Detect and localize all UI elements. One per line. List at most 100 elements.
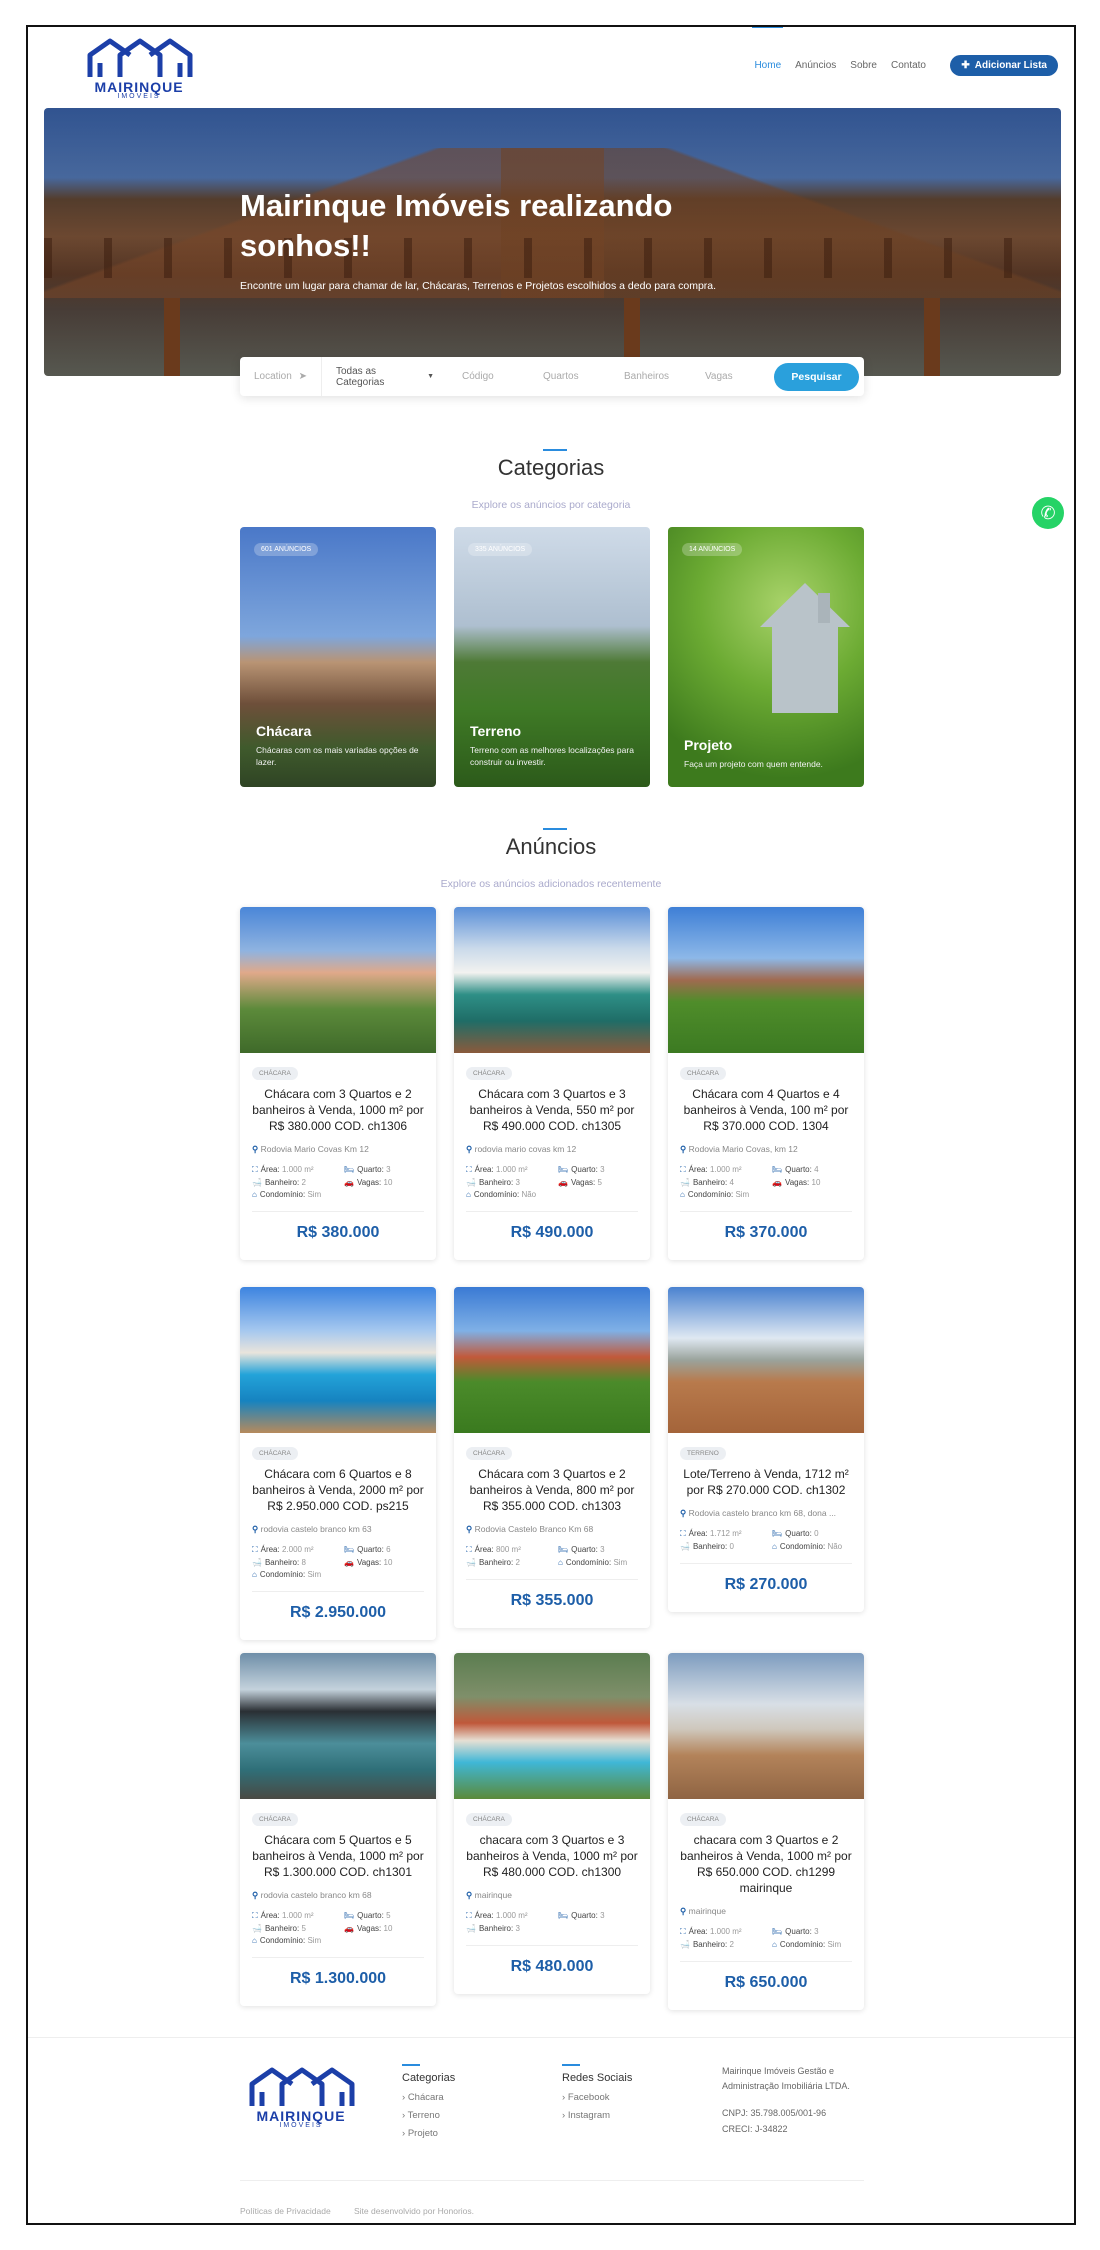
footer-link-facebook[interactable]: › Facebook [562, 2092, 610, 2103]
listing-price: R$ 490.000 [510, 1224, 594, 1241]
listing-attributes: ⛶ Área: 800 m² 🛏 Quarto: 3 🛁 Banheiro: 2 ⌂ Cond… [466, 1545, 638, 1567]
attr-banheiro: 🛁 Banheiro: 3 [466, 1178, 520, 1187]
location-field[interactable]: Location ➤ [240, 357, 322, 396]
listings-subtitle: Explore os anúncios adicionados recentem… [440, 878, 662, 890]
hero-banner: Mairinque Imóveis realizando sonhos!! En… [44, 108, 1061, 376]
listing-card[interactable]: Chácara chacara com 3 Quartos e 2 banhei… [668, 1653, 864, 2010]
nav-anuncios[interactable]: Anúncios [795, 60, 836, 71]
listing-card[interactable]: Terreno Lote/Terreno à Venda, 1712 m² po… [668, 1287, 864, 1612]
category-name: Chácara [256, 723, 312, 739]
listing-title[interactable]: chacara com 3 Quartos e 2 banheiros à Ve… [678, 1832, 854, 1896]
listing-category-badge: Chácara [252, 1813, 298, 1826]
quartos-field[interactable]: Quartos [529, 357, 610, 396]
listing-title[interactable]: Chácara com 3 Quartos e 3 banheiros à Ve… [464, 1086, 640, 1134]
attr-quarto: 🛏 Quarto: 5 [344, 1911, 391, 1920]
hero-post [164, 298, 180, 376]
listing-card[interactable]: Chácara Chácara com 3 Quartos e 2 banhei… [454, 1287, 650, 1628]
listing-photo[interactable] [240, 907, 436, 1053]
listing-title[interactable]: Chácara com 3 Quartos e 2 banheiros à Ve… [250, 1086, 426, 1134]
attr-quarto: 🛏 Quarto: 0 [772, 1529, 819, 1538]
attr-banheiro: 🛁 Banheiro: 5 [252, 1924, 306, 1933]
listing-title[interactable]: Lote/Terreno à Venda, 1712 m² por R$ 270… [678, 1466, 854, 1498]
attr-condominio: ⌂ Condomínio: Não [772, 1542, 843, 1551]
area-icon: ⛶ [680, 1927, 686, 1936]
attr-condominio: ⌂ Condomínio: Sim [252, 1190, 322, 1199]
listing-price: R$ 380.000 [296, 1224, 380, 1241]
listing-price: R$ 1.300.000 [289, 1970, 387, 1987]
listing-card[interactable]: Chácara Chácara com 3 Quartos e 2 banhei… [240, 907, 436, 1260]
nav-contato[interactable]: Contato [891, 60, 926, 71]
listing-photo[interactable] [240, 1287, 436, 1433]
listing-title[interactable]: Chácara com 6 Quartos e 8 banheiros à Ve… [250, 1466, 426, 1514]
codigo-field[interactable]: Código [448, 357, 529, 396]
nav-home[interactable]: Home [752, 27, 783, 71]
footer-categorias-title: Categorias [402, 2072, 456, 2084]
category-card-terreno[interactable]: 335 ANÚNCIOS Terreno Terreno com as melh… [454, 527, 650, 787]
attr-vagas: 🚗 Vagas: 10 [344, 1924, 393, 1933]
listing-photo[interactable] [668, 907, 864, 1053]
main-nav: Home Anúncios Sobre Contato [752, 27, 926, 71]
listing-title[interactable]: chacara com 3 Quartos e 3 banheiros à Ve… [464, 1832, 640, 1880]
footer-link-instagram[interactable]: › Instagram [562, 2110, 610, 2121]
footer-cnpj: CNPJ: 35.798.005/001-96 [722, 2108, 827, 2118]
category-select[interactable]: Todas as Categorias ▼ [322, 357, 448, 396]
category-count-badge: 601 ANÚNCIOS [254, 543, 319, 556]
footer-link-terreno[interactable]: › Terreno [402, 2110, 440, 2121]
listing-card[interactable]: Chácara Chácara com 3 Quartos e 3 banhei… [454, 907, 650, 1260]
listing-photo[interactable] [668, 1653, 864, 1799]
listing-location: ⚲ mairinque [680, 1906, 726, 1916]
banheiro-icon: 🛁 [466, 1178, 476, 1187]
banheiro-icon: 🛁 [252, 1924, 262, 1933]
listing-photo[interactable] [668, 1287, 864, 1433]
add-listing-button[interactable]: ✚ Adicionar Lista [950, 55, 1058, 76]
developer-credit: Site desenvolvido por Honorios. [354, 2206, 475, 2216]
listing-location: ⚲ rodovia castelo branco km 63 [252, 1524, 372, 1534]
listing-photo[interactable] [454, 1287, 650, 1433]
listing-photo[interactable] [454, 907, 650, 1053]
attr-area: ⛶ Área: 800 m² [466, 1545, 521, 1554]
nav-sobre[interactable]: Sobre [850, 60, 877, 71]
footer-logo[interactable]: MAIRINQUE IMÓVEIS [246, 2064, 356, 2129]
listing-price: R$ 480.000 [510, 1958, 594, 1975]
search-button[interactable]: Pesquisar [774, 362, 859, 391]
listing-card[interactable]: Chácara chacara com 3 Quartos e 3 banhei… [454, 1653, 650, 1994]
location-arrow-icon[interactable]: ➤ [299, 371, 307, 382]
listing-card[interactable]: Chácara Chácara com 6 Quartos e 8 banhei… [240, 1287, 436, 1640]
attr-vagas: 🚗 Vagas: 10 [344, 1178, 393, 1187]
house-icon [760, 583, 850, 713]
listing-price: R$ 355.000 [510, 1592, 594, 1609]
footer-link-chacara[interactable]: › Chácara [402, 2092, 444, 2103]
vagas-field[interactable]: Vagas [691, 357, 757, 396]
attr-vagas: 🚗 Vagas: 5 [558, 1178, 602, 1187]
search-bar: Location ➤ Todas as Categorias ▼ Código … [240, 357, 864, 396]
categories-subtitle: Explore os anúncios por categoria [471, 499, 631, 511]
whatsapp-icon[interactable]: ✆ [1032, 497, 1064, 529]
listing-card[interactable]: Chácara Chácara com 4 Quartos e 4 banhei… [668, 907, 864, 1260]
logo-subtext: IMÓVEIS [117, 93, 161, 100]
plus-icon: ✚ [961, 60, 970, 71]
attr-banheiro: 🛁 Banheiro: 0 [680, 1542, 734, 1551]
hero-post [924, 298, 940, 376]
footer-link-projeto[interactable]: › Projeto [402, 2128, 438, 2139]
listing-title[interactable]: Chácara com 4 Quartos e 4 banheiros à Ve… [678, 1086, 854, 1134]
banheiro-icon: 🛁 [466, 1924, 476, 1933]
area-icon: ⛶ [252, 1165, 258, 1174]
listing-attributes: ⛶ Área: 1.000 m² 🛏 Quarto: 4 🛁 Banheiro: 4 🚗 Va… [680, 1165, 852, 1199]
condominio-icon: ⌂ [252, 1936, 257, 1945]
category-card-projeto[interactable]: 14 ANÚNCIOS Projeto Faça um projeto com … [668, 527, 864, 787]
listing-photo[interactable] [240, 1653, 436, 1799]
vagas-icon: 🚗 [344, 1178, 354, 1187]
category-card-chacara[interactable]: 601 ANÚNCIOS Chácara Chácaras com os mai… [240, 527, 436, 787]
listing-card[interactable]: Chácara Chácara com 5 Quartos e 5 banhei… [240, 1653, 436, 2006]
banheiros-field[interactable]: Banheiros [610, 357, 691, 396]
attr-condominio: ⌂ Condomínio: Sim [252, 1936, 322, 1945]
attr-area: ⛶ Área: 1.712 m² [680, 1529, 742, 1538]
listing-title[interactable]: Chácara com 3 Quartos e 2 banheiros à Ve… [464, 1466, 640, 1514]
condominio-icon: ⌂ [680, 1190, 685, 1199]
listing-photo[interactable] [454, 1653, 650, 1799]
privacy-link[interactable]: Políticas de Privacidade [240, 2206, 331, 2216]
site-logo[interactable]: MAIRINQUE IMÓVEIS [84, 35, 194, 100]
listing-title[interactable]: Chácara com 5 Quartos e 5 banheiros à Ve… [250, 1832, 426, 1880]
condominio-icon: ⌂ [252, 1190, 257, 1199]
listing-price: R$ 270.000 [724, 1576, 808, 1593]
